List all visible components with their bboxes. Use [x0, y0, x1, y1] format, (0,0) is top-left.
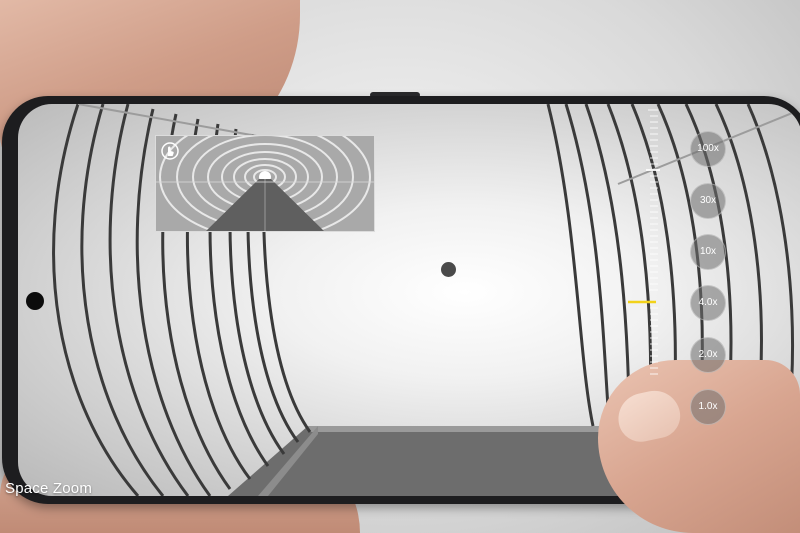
- preview-tunnel-image: [155, 135, 375, 232]
- zoom-button-30x[interactable]: 30x: [690, 183, 726, 219]
- zoom-ruler[interactable]: [628, 104, 668, 394]
- zoom-button-10x[interactable]: 10x: [690, 234, 726, 270]
- zoom-button-100x[interactable]: 100x: [690, 131, 726, 167]
- zoom-button-4x[interactable]: 4.0x: [690, 285, 726, 321]
- hand-touch-icon[interactable]: [160, 141, 180, 161]
- space-zoom-caption: Space Zoom: [5, 480, 93, 497]
- zoom-preview-thumbnail[interactable]: [155, 135, 375, 232]
- zoom-button-1x[interactable]: 1.0x: [690, 389, 726, 425]
- zoom-button-2x[interactable]: 2.0x: [690, 337, 726, 373]
- front-camera-hole: [26, 292, 44, 310]
- focus-dot-icon[interactable]: [441, 262, 456, 277]
